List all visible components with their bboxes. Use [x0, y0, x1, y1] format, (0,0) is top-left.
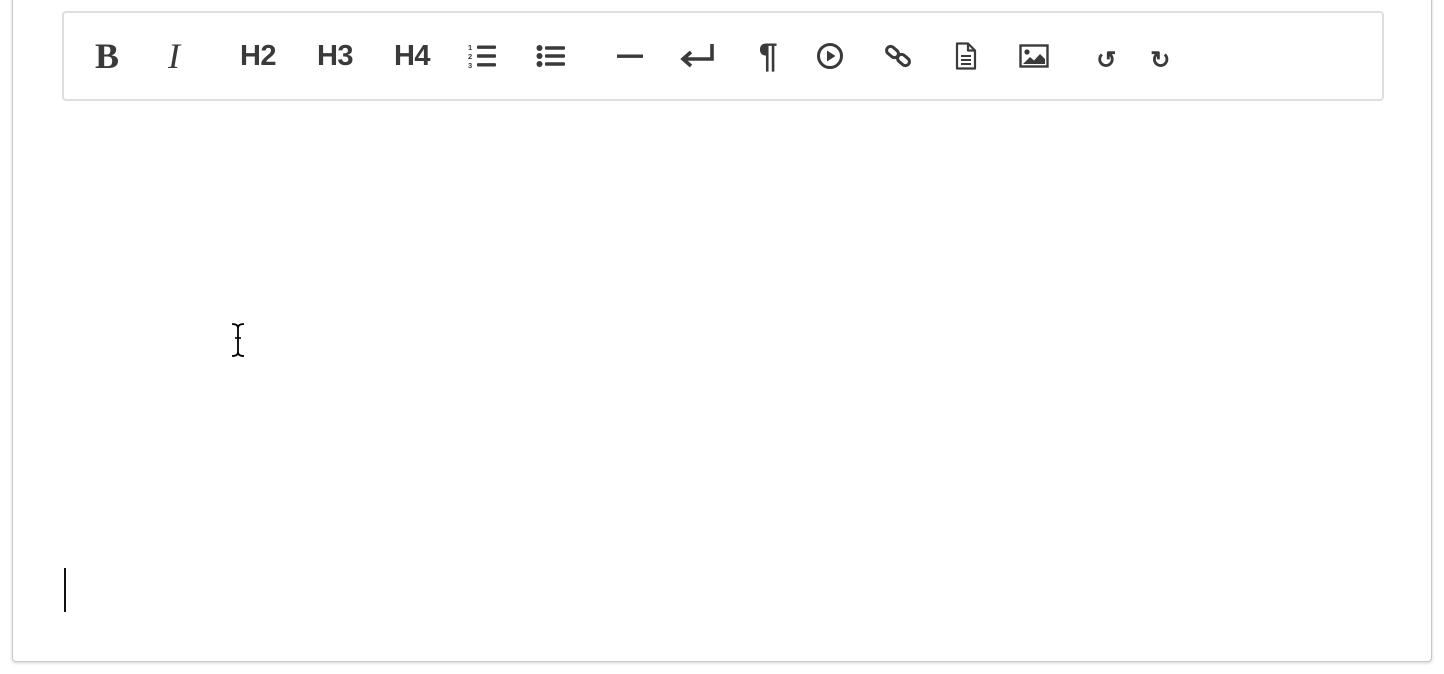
svg-text:1: 1	[468, 43, 472, 52]
heading-3-button[interactable]: H3	[307, 13, 363, 99]
play-circle-icon	[816, 42, 844, 70]
ordered-list-button[interactable]: 1 2 3	[462, 13, 504, 99]
ibeam-cursor-icon	[228, 322, 248, 363]
italic-icon: I	[168, 36, 180, 76]
heading-4-label: H4	[393, 39, 431, 72]
heading-2-label: H2	[239, 39, 277, 72]
text-caret	[64, 568, 66, 612]
redo-icon: ↻	[1150, 46, 1170, 74]
return-icon	[680, 42, 716, 70]
paragraph-button[interactable]: ¶	[748, 13, 788, 99]
insert-document-button[interactable]	[946, 13, 986, 99]
bold-button[interactable]: B	[84, 13, 130, 99]
unordered-list-button[interactable]	[530, 13, 572, 99]
redo-button[interactable]: ↻	[1142, 17, 1178, 103]
document-icon	[954, 42, 978, 70]
editor-content-area[interactable]	[62, 110, 1384, 630]
ordered-list-icon: 1 2 3	[468, 43, 498, 69]
undo-icon: ↺	[1096, 46, 1116, 74]
insert-image-button[interactable]	[1014, 13, 1054, 99]
svg-text:2: 2	[468, 52, 472, 61]
pilcrow-icon: ¶	[758, 36, 778, 75]
italic-button[interactable]: I	[152, 13, 196, 99]
heading-3-label: H3	[316, 39, 354, 72]
insert-video-button[interactable]	[810, 13, 850, 99]
horizontal-rule-icon	[616, 51, 644, 61]
insert-link-button[interactable]	[878, 13, 918, 99]
image-icon	[1019, 44, 1049, 68]
svg-text:3: 3	[468, 61, 472, 69]
heading-2-button[interactable]: H2	[230, 13, 286, 99]
editor-toolbar: B I H2 H3 H4 1 2 3 ¶ ↺ ↻	[62, 11, 1384, 101]
horizontal-rule-button[interactable]	[610, 13, 650, 99]
link-icon	[884, 42, 912, 70]
unordered-list-icon	[536, 44, 566, 68]
line-break-button[interactable]	[676, 13, 720, 99]
undo-button[interactable]: ↺	[1088, 17, 1124, 103]
heading-4-button[interactable]: H4	[384, 13, 440, 99]
bold-icon: B	[94, 36, 119, 76]
